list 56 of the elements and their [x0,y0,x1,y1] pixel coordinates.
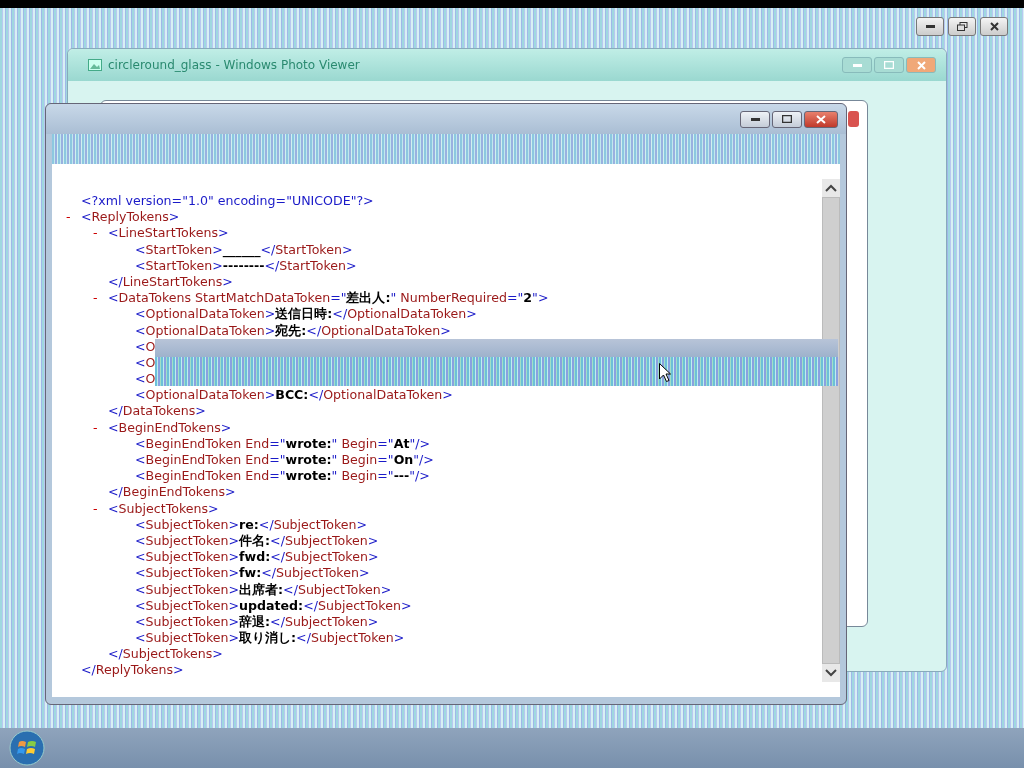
restore-icon [956,22,968,31]
collapse-toggle[interactable]: - [93,419,98,436]
collapse-toggle[interactable]: - [66,209,71,226]
scroll-up-icon[interactable] [825,184,837,192]
minimize-button[interactable] [740,110,770,128]
collapse-toggle[interactable]: - [93,290,98,307]
minimize-icon [852,63,862,67]
code-line: </BeginEndTokens> [108,484,236,500]
code-line: <SubjectToken>updated:</SubjectToken> [135,597,412,613]
scrollbar[interactable] [822,179,840,682]
code-line: <SubjectToken>fwd:</SubjectToken> [135,549,379,565]
code-line: <OptionalDataToken>送信日時:</OptionalDataToken> [135,306,477,322]
code-line: <SubjectToken>辞退:</SubjectToken> [135,613,379,629]
minimize-icon [750,117,760,121]
image-icon [88,59,102,71]
code-line: <O [135,354,156,370]
close-button[interactable] [980,17,1008,36]
maximize-icon [782,115,792,123]
code-line: <BeginEndToken End="wrote:" Begin="On"/> [135,452,434,467]
collapse-toggle[interactable]: - [93,225,98,242]
code-line: <BeginEndToken End="wrote:" Begin="At"/> [135,435,430,451]
code-line: </SubjectTokens> [108,646,223,662]
code-line: <O [135,371,156,387]
collapse-toggle[interactable]: - [93,500,98,517]
restore-button[interactable] [948,17,976,36]
code-line: <SubjectToken>fw:</SubjectToken> [135,565,370,581]
minimize-button[interactable] [916,17,944,36]
code-line: <O [135,338,156,354]
code-line: <StartToken>______</StartToken> [135,241,353,257]
cursor-icon [659,363,671,382]
minimize-icon [925,25,935,28]
code-line: </LineStartTokens> [108,273,233,289]
code-line: <LineStartTokens> [108,225,229,241]
code-line: </ReplyTokens> [81,662,184,678]
code-line: <SubjectTokens> [108,500,219,516]
code-line: <?xml version="1.0" encoding="UNICODE"?> [81,193,374,208]
code-line: <SubjectToken>件名:</SubjectToken> [135,532,379,548]
window-title: circleround_glass - Windows Photo Viewer [108,58,360,72]
code-line: <SubjectToken>取り消し:</SubjectToken> [135,630,405,646]
code-line: <ReplyTokens> [81,209,180,225]
code-line: <SubjectToken>出席者:</SubjectToken> [135,581,392,597]
close-button[interactable] [804,110,838,128]
code-line: <OptionalDataToken>BCC:</OptionalDataToken> [135,387,453,403]
close-icon [816,114,826,124]
code-line: </DataTokens> [108,403,206,419]
maximize-button[interactable] [772,110,802,128]
code-line: <BeginEndTokens> [108,419,232,435]
code-line: <SubjectToken>re:</SubjectToken> [135,516,368,532]
scroll-down-icon[interactable] [825,669,837,677]
start-button[interactable] [9,730,45,766]
maximize-icon [884,61,894,69]
code-line: <DataTokens StartMatchDataToken="差出人:" NumberRequired="2"> [108,290,549,306]
close-icon [989,22,999,31]
code-line: <BeginEndToken End="wrote:" Begin="---"/> [135,468,430,484]
code-line: <OptionalDataToken>宛先:</OptionalDataToken> [135,322,451,338]
close-icon [916,60,926,70]
